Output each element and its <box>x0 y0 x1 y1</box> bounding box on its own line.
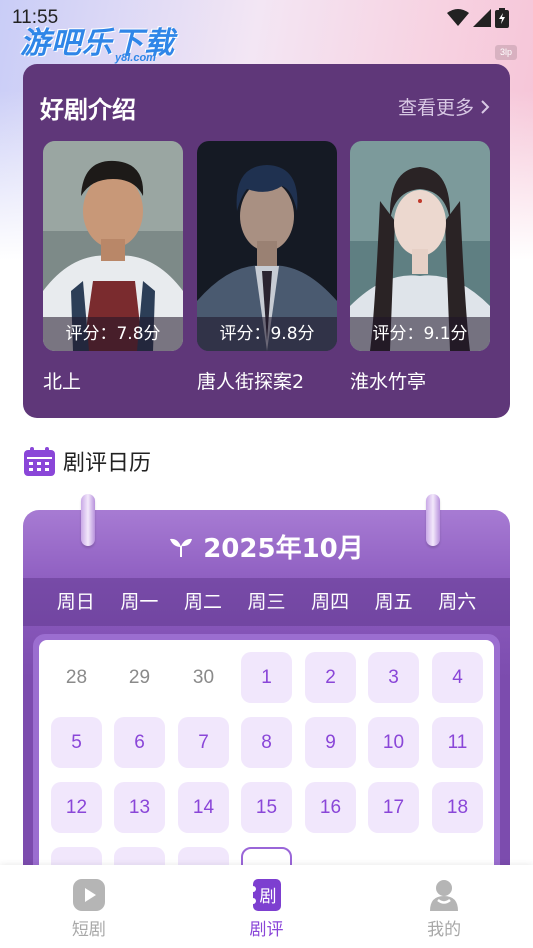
drama-poster[interactable]: 评分：7.8分 <box>43 141 183 351</box>
drama-name: 唐人街探案2 <box>197 371 305 393</box>
drama-score: 评分：7.8分 <box>43 317 183 351</box>
svg-text:剧: 剧 <box>259 887 276 907</box>
calendar-day[interactable]: 5 <box>51 717 102 768</box>
calendar-day[interactable]: 11 <box>432 717 483 768</box>
signal-icon <box>473 9 491 27</box>
nav-item-reviews[interactable]: 剧 剧评 <box>178 865 356 948</box>
calendar-day[interactable]: 1 <box>241 652 292 703</box>
nav-label: 我的 <box>427 920 462 940</box>
calendar-day[interactable]: 15 <box>241 782 292 833</box>
calendar-day[interactable]: 17 <box>368 782 419 833</box>
wifi-icon <box>447 9 469 26</box>
weekday-label: 周六 <box>438 591 477 613</box>
drama-item[interactable]: 评分：7.8分 北上 <box>43 141 183 394</box>
calendar-day[interactable]: 9 <box>305 717 356 768</box>
weekday-label: 周三 <box>247 591 286 613</box>
calendar-ring <box>81 494 95 546</box>
weekday-row: 周日 周一 周二 周三 周四 周五 周六 <box>23 578 510 626</box>
drama-score: 评分：9.1分 <box>350 317 490 351</box>
bottom-nav: 短剧 剧 剧评 我的 <box>0 865 533 948</box>
calendar-day[interactable]: 13 <box>114 782 165 833</box>
calendar-day-prev: 30 <box>192 667 215 688</box>
calendar-ring <box>426 494 440 546</box>
calendar-day[interactable]: 4 <box>432 652 483 703</box>
calendar-month: 2025年10月 <box>203 534 364 564</box>
section-title: 好剧介绍 <box>40 96 136 124</box>
featured-dramas-card: 好剧介绍 查看更多 评分：7.8分 北上 评分：9.8分 唐人街探案2 评分：9… <box>23 64 510 418</box>
status-icons <box>447 8 509 28</box>
calendar-day[interactable]: 10 <box>368 717 419 768</box>
calendar-icon <box>24 446 55 476</box>
watermark-url: y8l.com <box>115 52 156 64</box>
drama-item[interactable]: 评分：9.1分 淮水竹亭 <box>350 141 490 394</box>
nav-label: 剧评 <box>249 920 284 940</box>
weekday-label: 周一 <box>120 591 159 613</box>
calendar-heading: 剧评日历 <box>24 445 151 477</box>
battery-icon <box>495 8 509 28</box>
calendar-day[interactable]: 12 <box>51 782 102 833</box>
see-more-link[interactable]: 查看更多 <box>398 93 490 120</box>
weekday-label: 周五 <box>374 591 413 613</box>
see-more-label: 查看更多 <box>397 97 474 119</box>
corner-badge: 3lp <box>495 45 517 60</box>
calendar-day-prev: 29 <box>128 667 151 688</box>
play-icon <box>72 879 105 911</box>
calendar-day[interactable]: 8 <box>241 717 292 768</box>
calendar-day-prev: 28 <box>65 667 88 688</box>
drama-score: 评分：9.8分 <box>197 317 337 351</box>
drama-item[interactable]: 评分：9.8分 唐人街探案2 <box>197 141 337 394</box>
profile-icon <box>430 880 459 911</box>
weekday-label: 周二 <box>183 591 222 613</box>
weekday-label: 周日 <box>56 591 95 613</box>
nav-label: 短剧 <box>71 920 106 940</box>
drama-name: 北上 <box>43 371 82 393</box>
drama-name: 淮水竹亭 <box>350 371 427 393</box>
calendar-day[interactable]: 16 <box>305 782 356 833</box>
weekday-label: 周四 <box>311 591 350 613</box>
drama-poster[interactable]: 评分：9.1分 <box>350 141 490 351</box>
nav-item-profile[interactable]: 我的 <box>355 865 533 948</box>
nav-item-shorts[interactable]: 短剧 <box>0 865 178 948</box>
calendar-day[interactable]: 3 <box>368 652 419 703</box>
sprout-icon <box>170 538 193 557</box>
calendar-day[interactable]: 18 <box>432 782 483 833</box>
calendar-day[interactable]: 7 <box>178 717 229 768</box>
calendar-day[interactable]: 14 <box>178 782 229 833</box>
calendar-heading-label: 剧评日历 <box>63 451 152 476</box>
review-icon: 剧 <box>252 879 281 911</box>
chevron-right-icon <box>481 99 490 114</box>
calendar-day[interactable]: 6 <box>114 717 165 768</box>
calendar-day[interactable]: 2 <box>305 652 356 703</box>
drama-poster[interactable]: 评分：9.8分 <box>197 141 337 351</box>
